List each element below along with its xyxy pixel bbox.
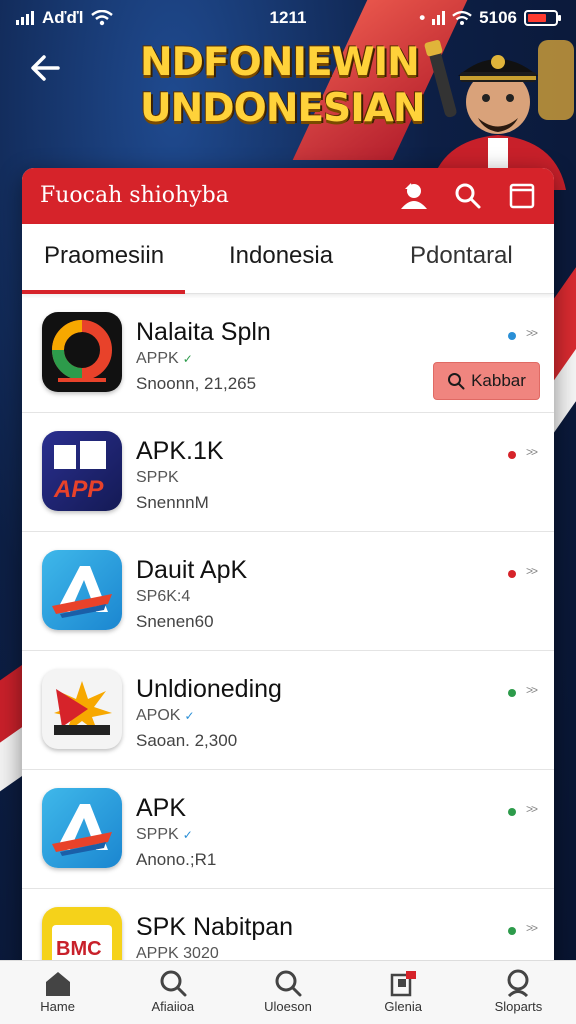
search-icon bbox=[275, 970, 302, 997]
nav-afiaiioa[interactable]: Afiaiioa bbox=[115, 961, 230, 1024]
window-button[interactable] bbox=[506, 180, 538, 212]
app-meta: SnennnM bbox=[136, 493, 209, 512]
verified-icon: ✓ bbox=[184, 709, 195, 723]
app-subtitle: SPPK ✓ bbox=[136, 826, 193, 843]
status-dot bbox=[508, 689, 516, 697]
search-icon bbox=[160, 970, 187, 997]
app-meta: Saoan. 2,300 bbox=[136, 731, 238, 750]
card-title: Fuocah shiohyba bbox=[40, 183, 229, 208]
chevron-icon: ˃˃ bbox=[525, 564, 538, 578]
banner-line-1: NDFONIEWIN bbox=[140, 40, 420, 85]
nav-sloparts[interactable]: Sloparts bbox=[461, 961, 576, 1024]
kabbar-button[interactable]: Kabbar bbox=[433, 362, 540, 400]
verified-icon: ✓ bbox=[182, 828, 193, 842]
verified-icon: ✓ bbox=[182, 352, 193, 366]
search-icon bbox=[507, 969, 529, 997]
svg-text:BMC: BMC bbox=[56, 938, 102, 960]
app-subtitle: APOK ✓ bbox=[136, 707, 195, 724]
tab-bar: Praomesiin Indonesia Pdontaral bbox=[22, 224, 554, 294]
a-logo-icon bbox=[42, 550, 122, 630]
tab-indonesia[interactable]: Indonesia bbox=[229, 242, 333, 270]
profile-button[interactable] bbox=[398, 180, 430, 212]
bottom-navigation: Hame Afiaiioa Uloeson Glenia Sloparts bbox=[0, 960, 576, 1024]
status-dot bbox=[508, 332, 516, 340]
list-item[interactable]: APP APK.1K SPPK SnennnM ˃˃ bbox=[22, 413, 554, 532]
status-dot bbox=[508, 927, 516, 935]
list-item[interactable]: APK SPPK ✓ Anono.;R1 ˃˃ bbox=[22, 770, 554, 889]
chevron-icon: ˃˃ bbox=[525, 921, 538, 935]
app-list-card: Fuocah shiohyba Praomesiin Indonesia Pdo… bbox=[22, 168, 554, 988]
app-logo-icon: APP bbox=[42, 431, 122, 511]
nav-glenia[interactable]: Glenia bbox=[346, 961, 461, 1024]
colorful-ring-icon bbox=[42, 312, 122, 392]
app-name: Dauit ApK bbox=[136, 556, 248, 584]
chevron-icon: ˃˃ bbox=[525, 326, 538, 340]
card-header: Fuocah shiohyba bbox=[22, 168, 554, 224]
app-meta: Snoonn, 21,265 bbox=[136, 374, 257, 393]
home-icon bbox=[45, 972, 70, 996]
status-dot bbox=[508, 451, 516, 459]
app-meta: Snenen60 bbox=[136, 612, 214, 631]
svg-text:APP: APP bbox=[53, 476, 104, 503]
app-subtitle: APPK ✓ bbox=[136, 350, 193, 367]
chevron-icon: ˃˃ bbox=[525, 683, 538, 697]
tab-praomesiin[interactable]: Praomesiin bbox=[44, 242, 164, 270]
app-name: SPK Nabitpan bbox=[136, 913, 294, 941]
a-logo-icon bbox=[42, 788, 122, 868]
user-icon bbox=[401, 183, 427, 209]
square-icon bbox=[509, 183, 535, 209]
app-subtitle: SP6K:4 bbox=[136, 588, 191, 605]
list-item[interactable]: Unldioneding APOK ✓ Saoan. 2,300 ˃˃ bbox=[22, 651, 554, 770]
app-name: Unldioneding bbox=[136, 675, 282, 703]
status-dot bbox=[508, 808, 516, 816]
chevron-icon: ˃˃ bbox=[525, 802, 538, 816]
library-icon bbox=[390, 971, 417, 997]
back-arrow-icon bbox=[31, 55, 60, 81]
search-button[interactable] bbox=[452, 180, 484, 212]
search-icon bbox=[448, 373, 465, 390]
app-meta: Anono.;R1 bbox=[136, 850, 217, 869]
nav-uloeson[interactable]: Uloeson bbox=[230, 961, 345, 1024]
chevron-icon: ˃˃ bbox=[525, 445, 538, 459]
mascot-officer-illustration bbox=[424, 39, 574, 190]
app-name: Nalaita Spln bbox=[136, 318, 271, 346]
tab-pdontaral[interactable]: Pdontaral bbox=[410, 242, 513, 270]
banner-line-2: UNDONESIAN bbox=[140, 86, 426, 131]
app-subtitle: SPPK bbox=[136, 469, 179, 486]
search-icon bbox=[455, 183, 481, 209]
app-name: APK.1K bbox=[136, 437, 224, 465]
nav-home[interactable]: Hame bbox=[0, 961, 115, 1024]
back-button[interactable] bbox=[28, 50, 72, 94]
app-name: APK bbox=[136, 794, 187, 822]
list-item[interactable]: Dauit ApK SP6K:4 Snenen60 ˃˃ bbox=[22, 532, 554, 651]
promo-banner: NDFONIEWIN UNDONESIAN bbox=[140, 40, 440, 132]
list-item[interactable]: Nalaita Spln APPK ✓ Snoonn, 21,265 ˃˃ Kab… bbox=[22, 294, 554, 413]
status-dot bbox=[508, 570, 516, 578]
app-list: Nalaita Spln APPK ✓ Snoonn, 21,265 ˃˃ Kab… bbox=[22, 294, 554, 988]
starburst-icon bbox=[42, 669, 122, 749]
